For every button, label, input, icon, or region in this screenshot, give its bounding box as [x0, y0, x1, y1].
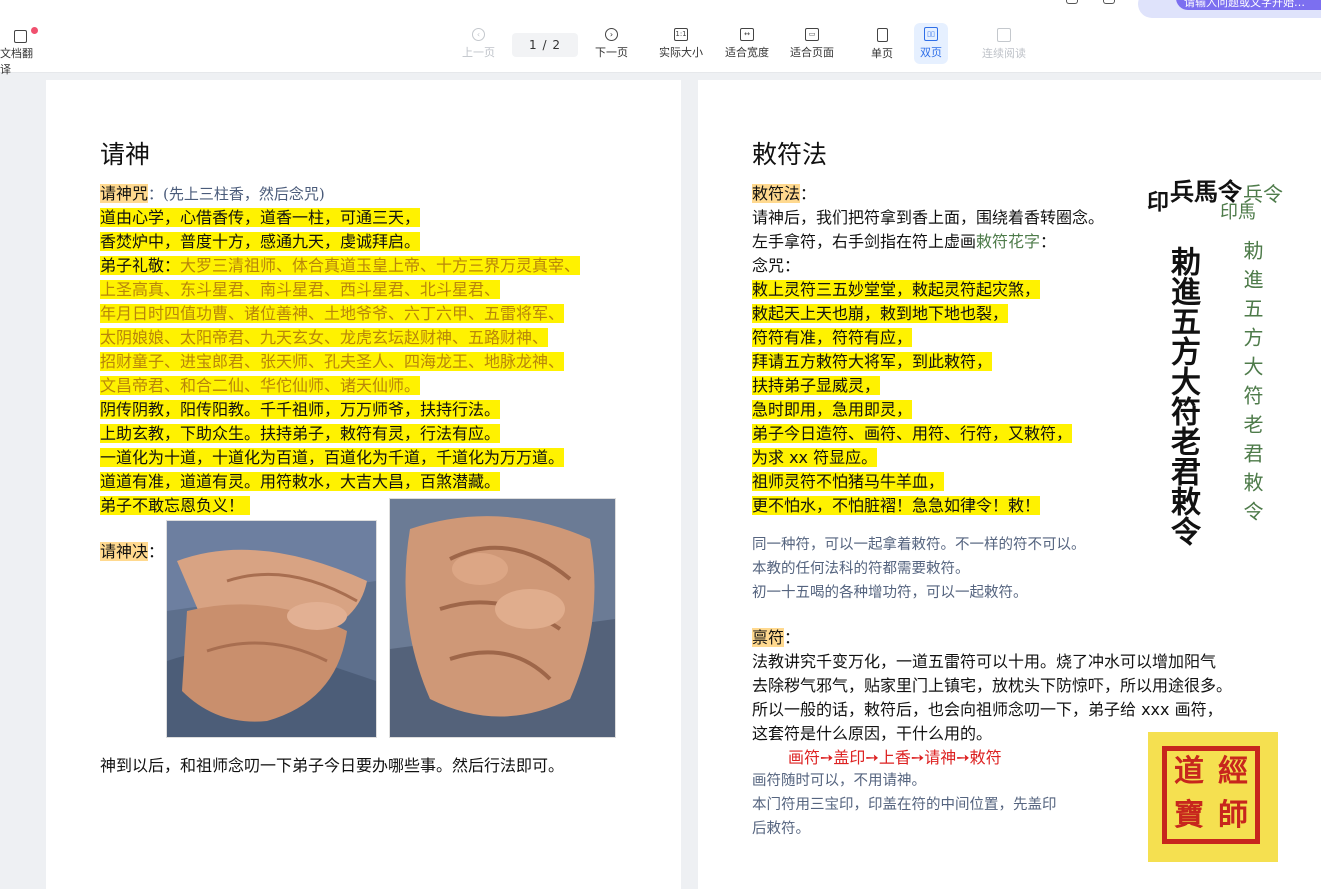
bing-heading: 禀符：	[752, 628, 801, 647]
actual-size-button[interactable]: 1:1 实际大小	[659, 28, 703, 60]
bing-label: 禀符	[752, 628, 785, 647]
salute-line: 文昌帝君、和合二仙、华佗仙师、诸天仙师。	[100, 376, 421, 395]
talisman-side-text: 印	[1143, 190, 1169, 216]
incant-heading: 请神咒：(先上三柱香，然后念咒)	[100, 182, 325, 206]
single-page-label: 单页	[871, 47, 893, 60]
salute-line: 年月日时四值功曹、诸位善神、土地爷爷、六丁六甲、五雷将军、	[100, 304, 565, 323]
text-line: 道由心学，心借香传，道香一柱，可通三天，	[100, 208, 421, 227]
jue-heading: 请神决：	[100, 542, 165, 561]
fit-page-button[interactable]: ▭ 适合页面	[790, 28, 834, 60]
talisman-main-column: 勅進五方大符老君敕令	[1165, 246, 1200, 546]
single-page-button[interactable]: 单页	[871, 28, 893, 61]
fit-width-label: 适合宽度	[725, 46, 769, 59]
continuous-read-label: 连续阅读	[982, 47, 1026, 60]
note-line: 初一十五喝的各种增功符，可以一起敕符。	[752, 585, 1028, 601]
double-page-label: 双页	[920, 46, 942, 59]
fit-width-icon: ↔	[740, 28, 754, 41]
double-page-button[interactable]: ▯▯ 双页	[914, 23, 948, 64]
text-line: 阴传阴教，阳传阳教。千千祖师，万万师爷，扶持行法。	[100, 400, 501, 419]
note-line: 同一种符，可以一起拿着敕符。不一样的符不可以。	[752, 537, 1086, 553]
next-page-button[interactable]: › 下一页	[595, 28, 628, 60]
actual-size-icon: 1:1	[674, 28, 688, 41]
jue-label: 请神决	[100, 542, 149, 561]
talisman-annotation-side: 印馬	[1220, 202, 1256, 223]
notification-dot	[31, 27, 38, 34]
toolbar: 请输入问题或文字开始… 文档翻译 ‹ 上一页 1 / 2 › 下一页 1:1 实…	[0, 0, 1321, 76]
seal-stamp-image: 道 經 寶 師	[1148, 732, 1278, 862]
chant-line: 弟子今日造符、画符、用符、行符，又敕符，	[752, 424, 1073, 443]
text-line: 去除秽气邪气，贴家里门上镇宅，放枕头下防惊吓，所以用途很多。	[752, 676, 1233, 695]
text-line: 所以一般的话，敕符后，也会向祖师念叨一下，弟子给 xxx 画符，	[752, 700, 1223, 719]
translate-icon	[13, 30, 27, 43]
continuous-read-icon	[997, 28, 1011, 42]
chant-line: 敕上灵符三五妙堂堂，敕起灵符起灾煞，	[752, 280, 1041, 299]
incant-note: ：(先上三柱香，然后念咒)	[148, 185, 325, 203]
note-line: 本门符用三宝印，印盖在符的中间位置，先盖印	[752, 797, 1057, 813]
chevron-left-icon: ‹	[472, 28, 485, 41]
actual-size-label: 实际大小	[659, 46, 703, 59]
prev-page-label: 上一页	[462, 46, 495, 59]
section-label: 敕符法	[752, 184, 801, 203]
seal-stamp: 道 經 寶 師	[1162, 746, 1260, 844]
hand-gesture-photo-1	[166, 520, 377, 738]
text-line: 法教讲究千变万化，一道五雷符可以十用。烧了冲水可以增加阳气	[752, 652, 1217, 671]
fit-page-icon: ▭	[805, 28, 819, 41]
page-title: 请神	[100, 140, 151, 169]
text-line: 左手拿符，右手剑指在符上虚画敕符花字：	[752, 232, 1057, 251]
chant-line: 符符有准，符符有应，	[752, 328, 913, 347]
process-flow: 画符➙盖印➙上香➙请神➙敕符	[788, 748, 1002, 767]
chevron-right-icon: ›	[605, 28, 618, 41]
next-page-label: 下一页	[595, 46, 628, 59]
text-line: 念咒：	[752, 256, 801, 275]
salute-line: 招财童子、进宝郎君、张天师、孔夫圣人、四海龙王、地脉龙神、	[100, 352, 565, 371]
hand-gesture-image	[390, 499, 615, 737]
text-line: 弟子不敢忘恩负义！	[100, 494, 251, 518]
salute-label: 弟子礼敬：	[100, 256, 181, 275]
text-line: 道道有准，道道有灵。用符敕水，大吉大昌，百煞潜藏。	[100, 472, 501, 491]
hand-gesture-image	[167, 521, 376, 737]
chant-line: 敕起天上天也崩，敕到地下地也裂，	[752, 304, 1009, 323]
chant-line: 祖师灵符不怕猪马牛羊血，	[752, 472, 945, 491]
section-heading: 敕符法：	[752, 184, 817, 203]
doc-translate-label: 文档翻译	[0, 47, 33, 76]
text-line: 一道化为十道，十道化为百道，百道化为千道，千道化为万万道。	[100, 448, 565, 467]
salute-line: 太阴娘娘、太阳帝君、九天玄女、龙虎玄坛赵财神、五路财神、	[100, 328, 549, 347]
window-control-icon[interactable]	[1103, 0, 1115, 4]
note-line: 画符随时可以，不用请神。	[752, 773, 926, 789]
chant-line: 更不怕水，不怕脏褶！急急如律令！敕！	[752, 496, 1041, 515]
page-title: 敕符法	[752, 140, 828, 169]
chant-line: 拜请五方敕符大将军，到此敕符，	[752, 352, 993, 371]
incant-label: 请神咒	[100, 184, 149, 203]
note-line: 后敕符。	[752, 821, 810, 837]
doc-translate-button[interactable]: 文档翻译	[0, 30, 40, 77]
fit-page-label: 适合页面	[790, 46, 834, 59]
text-line: 上助玄教，下助众生。扶持弟子，敕符有灵，行法有应。	[100, 424, 501, 443]
ai-assistant-pill-text[interactable]: 请输入问题或文字开始…	[1176, 0, 1321, 10]
hand-gesture-photo-2	[389, 498, 616, 738]
document-page-right: 敕符法 敕符法： 请神后，我们把符拿到香上面，围绕着香转圈念。 左手拿符，右手剑…	[698, 80, 1321, 889]
chant-line: 为求 xx 符显应。	[752, 448, 878, 467]
footer-text: 神到以后，和祖师念叨一下弟子今日要办哪些事。然后行法即可。	[100, 756, 565, 775]
talisman-annotation-column: 勅進五方大符老君敕令	[1240, 240, 1264, 530]
page-number-input[interactable]: 1 / 2	[512, 33, 578, 57]
double-page-icon: ▯▯	[924, 27, 938, 41]
text-line: 请神后，我们把符拿到香上面，围绕着香转圈念。	[752, 208, 1105, 227]
fit-width-button[interactable]: ↔ 适合宽度	[725, 28, 769, 60]
single-page-icon	[876, 28, 888, 42]
salute-line: 上圣高真、东斗星君、南斗星君、西斗星君、北斗星君、	[100, 280, 501, 299]
window-control-icon[interactable]	[1066, 0, 1078, 4]
salute-line: 弟子礼敬：大罗三清祖师、体合真道玉皇上帝、十方三界万灵真宰、	[100, 256, 581, 275]
chant-line: 扶持弟子显威灵，	[752, 376, 881, 395]
continuous-read-button[interactable]: 连续阅读	[982, 28, 1026, 61]
text-line: 这套符是什么原因，干什么用的。	[752, 724, 993, 743]
text-line: 香焚炉中，普度十方，感通九天，虔诚拜启。	[100, 232, 421, 251]
note-line: 本教的任何法科的符都需要敕符。	[752, 561, 970, 577]
document-page-left: 请神 请神咒：(先上三柱香，然后念咒) 道由心学，心借香传，道香一柱，可通三天，…	[46, 80, 681, 889]
chant-line: 急时即用，急用即灵，	[752, 400, 913, 419]
prev-page-button[interactable]: ‹ 上一页	[462, 28, 495, 60]
